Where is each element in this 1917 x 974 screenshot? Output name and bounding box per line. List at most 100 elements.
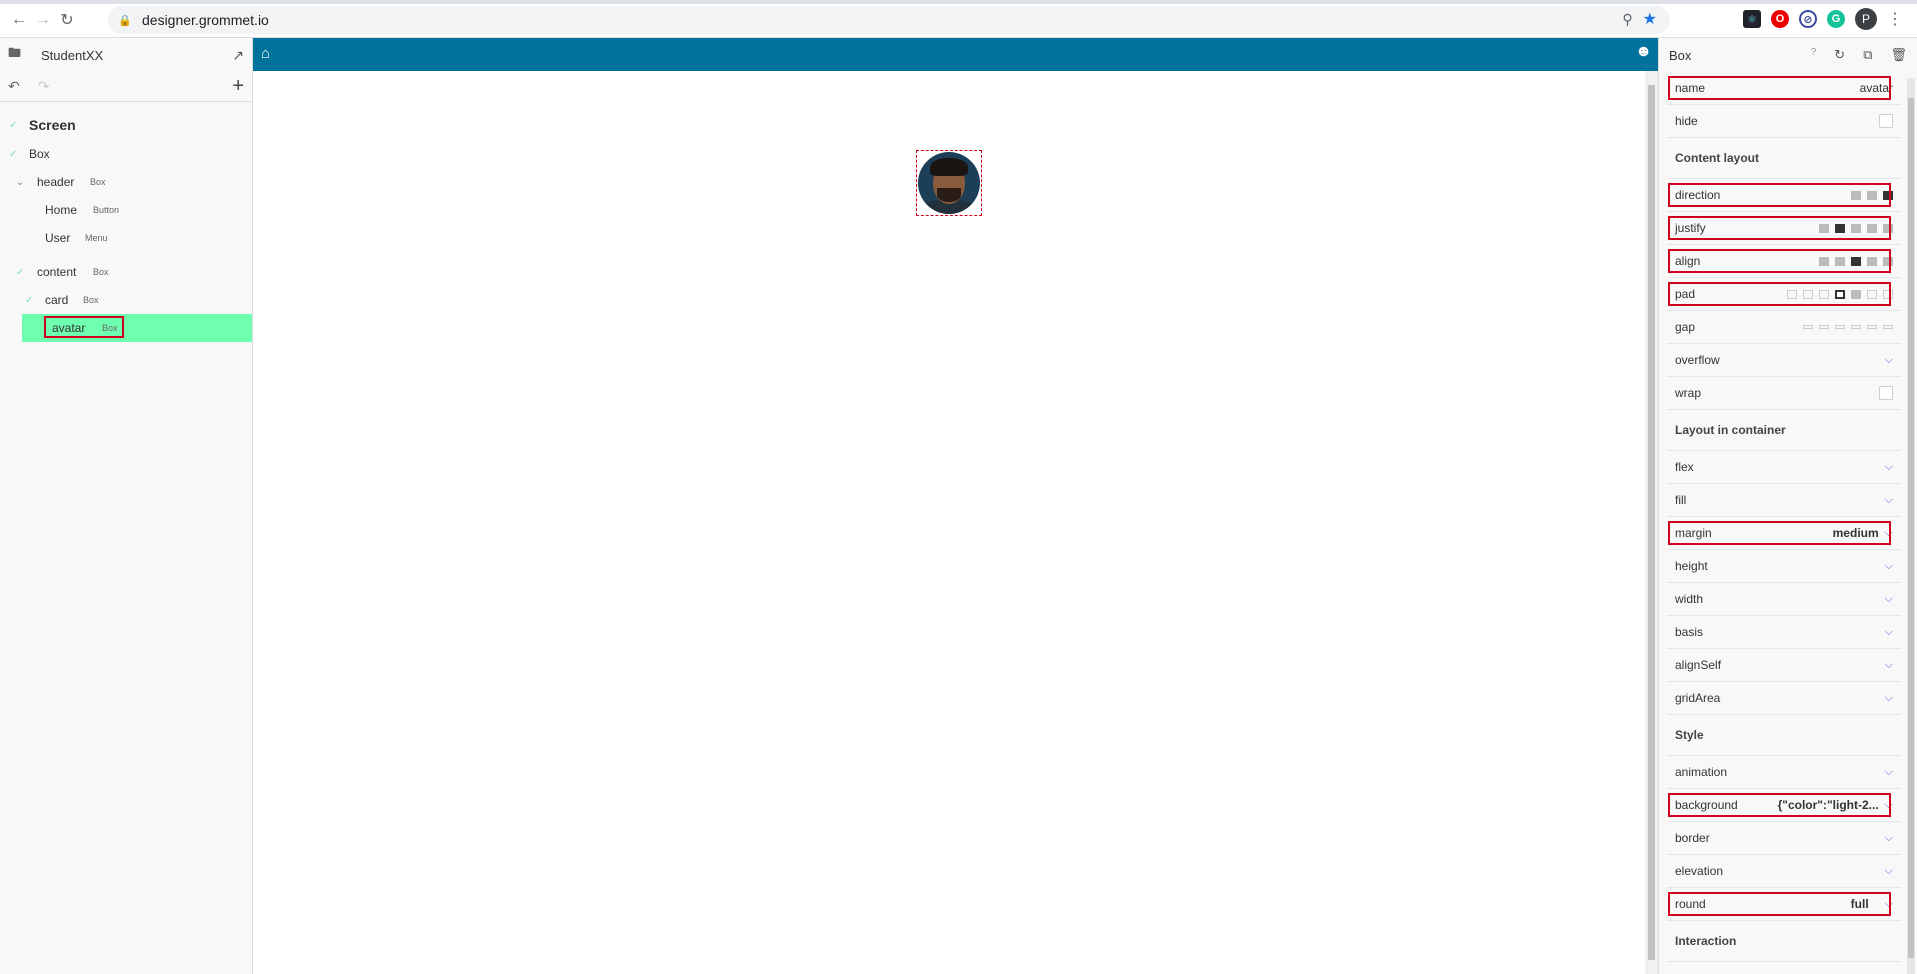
chevron-down-icon[interactable]: ✓ <box>9 120 17 131</box>
prop-flex[interactable]: flex ⌵ <box>1667 451 1901 484</box>
prop-justify[interactable]: justify <box>1667 212 1901 245</box>
properties-header: Box ? ↻ ⧉ 🗑 <box>1659 38 1917 72</box>
prop-border[interactable]: border ⌵ <box>1667 822 1901 855</box>
prop-name[interactable]: name avatar <box>1667 72 1901 105</box>
add-icon[interactable]: + <box>232 75 244 98</box>
canvas-scrollbar[interactable] <box>1645 71 1658 974</box>
back-icon[interactable]: ← <box>8 9 30 31</box>
prop-wrap[interactable]: wrap <box>1667 377 1901 410</box>
chevron-down-icon[interactable]: ✓ <box>9 149 17 160</box>
block-icon[interactable]: ⊘ <box>1799 10 1817 28</box>
tree-node-user[interactable]: User Menu <box>0 224 252 252</box>
tree-node-card[interactable]: ✓ card Box <box>0 286 252 314</box>
chevron-down-icon[interactable]: ⌵ <box>1885 354 1893 367</box>
chevron-down-icon[interactable]: ✓ <box>16 267 24 278</box>
direction-options[interactable] <box>1851 190 1893 200</box>
prop-label: height <box>1675 559 1708 573</box>
undo-icon[interactable]: ↶ <box>8 78 20 95</box>
tree-node-content[interactable]: ✓ content Box <box>0 258 252 286</box>
prop-gap[interactable]: gap <box>1667 311 1901 344</box>
zoom-icon[interactable]: ⚲ <box>1622 11 1632 28</box>
chevron-down-icon[interactable]: ⌵ <box>1885 461 1893 474</box>
chevron-down-icon[interactable]: ⌵ <box>1885 626 1893 639</box>
folder-icon[interactable]: 🖿 <box>8 44 21 66</box>
delete-icon[interactable]: 🗑 <box>1890 47 1907 63</box>
chevron-down-icon[interactable]: ⌵ <box>1885 832 1893 845</box>
prop-alignself[interactable]: alignSelf ⌵ <box>1667 649 1901 682</box>
tree-node-header[interactable]: ⌄ header Box <box>0 168 252 196</box>
prop-label: round <box>1675 897 1706 911</box>
prop-animation[interactable]: animation ⌵ <box>1667 756 1901 789</box>
project-name[interactable]: StudentXX <box>41 48 103 63</box>
prop-width[interactable]: width ⌵ <box>1667 583 1901 616</box>
tree-node-label: Home <box>45 203 78 217</box>
properties-scrollbar[interactable] <box>1907 78 1915 974</box>
user-icon[interactable]: ☻ <box>1635 43 1652 61</box>
bookmark-star-icon[interactable]: ★ <box>1643 9 1657 29</box>
reload-icon[interactable]: ↻ <box>56 9 78 31</box>
profile-avatar[interactable]: P <box>1855 8 1877 30</box>
prop-gridarea[interactable]: gridArea ⌵ <box>1667 682 1901 715</box>
wrap-checkbox[interactable] <box>1879 386 1893 400</box>
chevron-down-icon[interactable]: ⌵ <box>1885 766 1893 779</box>
help-icon[interactable]: ? <box>1811 47 1817 63</box>
prop-height[interactable]: height ⌵ <box>1667 550 1901 583</box>
chevron-down-icon[interactable]: ⌵ <box>1885 799 1893 812</box>
align-options[interactable] <box>1819 256 1893 266</box>
prop-pad[interactable]: pad <box>1667 278 1901 311</box>
tree-node-home[interactable]: Home Button <box>0 196 252 224</box>
tree-node-avatar[interactable]: avatar Box <box>22 314 252 342</box>
forward-icon[interactable]: → <box>32 9 54 31</box>
chevron-down-icon[interactable]: ⌵ <box>1885 494 1893 507</box>
prop-basis[interactable]: basis ⌵ <box>1667 616 1901 649</box>
omnibox-actions: ⚲ ★ <box>1622 9 1657 29</box>
browser-toolbar: ← → ↻ 🔒 designer.grommet.io ⚲ ★ ⚛ O ⊘ G … <box>0 0 1917 38</box>
redo-icon[interactable]: ↷ <box>38 78 50 95</box>
prop-fill[interactable]: fill ⌵ <box>1667 484 1901 517</box>
chevron-down-icon[interactable]: ⌵ <box>1885 527 1893 540</box>
prop-align[interactable]: align <box>1667 245 1901 278</box>
grammarly-icon[interactable]: G <box>1827 10 1845 28</box>
url-text: designer.grommet.io <box>142 12 269 28</box>
avatar-image <box>918 152 980 214</box>
external-link-icon[interactable]: ↗ <box>232 47 244 64</box>
prop-margin[interactable]: margin medium ⌵ <box>1667 517 1901 550</box>
tree-node-screen[interactable]: ✓ Screen <box>0 110 252 140</box>
opera-icon[interactable]: O <box>1771 10 1789 28</box>
prop-direction[interactable]: direction <box>1667 179 1901 212</box>
avatar-component[interactable] <box>916 150 982 216</box>
address-bar[interactable]: 🔒 designer.grommet.io <box>108 6 1670 34</box>
prop-hide[interactable]: hide <box>1667 105 1901 138</box>
browser-menu-icon[interactable]: ⋮ <box>1887 9 1903 29</box>
prop-label: flex <box>1675 460 1694 474</box>
scrollbar-thumb[interactable] <box>1908 98 1914 958</box>
prop-elevation[interactable]: elevation ⌵ <box>1667 855 1901 888</box>
justify-options[interactable] <box>1819 223 1893 233</box>
gap-options[interactable] <box>1803 325 1893 329</box>
chevron-down-icon[interactable]: ⌄ <box>16 177 24 188</box>
pad-options[interactable] <box>1787 289 1893 299</box>
prop-round[interactable]: round full ⌵ <box>1667 888 1901 921</box>
tree-node-label: avatar <box>52 321 86 335</box>
prop-overflow[interactable]: overflow ⌵ <box>1667 344 1901 377</box>
home-icon[interactable]: ⌂ <box>261 45 270 62</box>
chevron-down-icon[interactable]: ⌵ <box>1885 560 1893 573</box>
duplicate-icon[interactable]: ⧉ <box>1863 47 1872 63</box>
chevron-down-icon[interactable]: ⌵ <box>1885 692 1893 705</box>
chevron-down-icon[interactable]: ✓ <box>25 295 33 306</box>
chevron-down-icon[interactable]: ⌵ <box>1885 865 1893 878</box>
scrollbar-thumb[interactable] <box>1648 85 1655 960</box>
chevron-down-icon[interactable]: ⌵ <box>1885 659 1893 672</box>
tree-node-label: Screen <box>29 117 76 133</box>
tree-node-type: Menu <box>85 233 108 243</box>
chevron-down-icon[interactable]: ⌵ <box>1885 898 1893 911</box>
reset-icon[interactable]: ↻ <box>1834 47 1845 63</box>
tab-strip <box>0 0 1917 4</box>
chevron-down-icon[interactable]: ⌵ <box>1885 593 1893 606</box>
tree-node-box[interactable]: ✓ Box <box>0 140 252 168</box>
prop-background[interactable]: background {"color":"light-2... ⌵ <box>1667 789 1901 822</box>
prop-label: fill <box>1675 493 1687 507</box>
name-input[interactable]: avatar <box>1860 81 1893 95</box>
hide-checkbox[interactable] <box>1879 114 1893 128</box>
react-devtools-icon[interactable]: ⚛ <box>1743 10 1761 28</box>
